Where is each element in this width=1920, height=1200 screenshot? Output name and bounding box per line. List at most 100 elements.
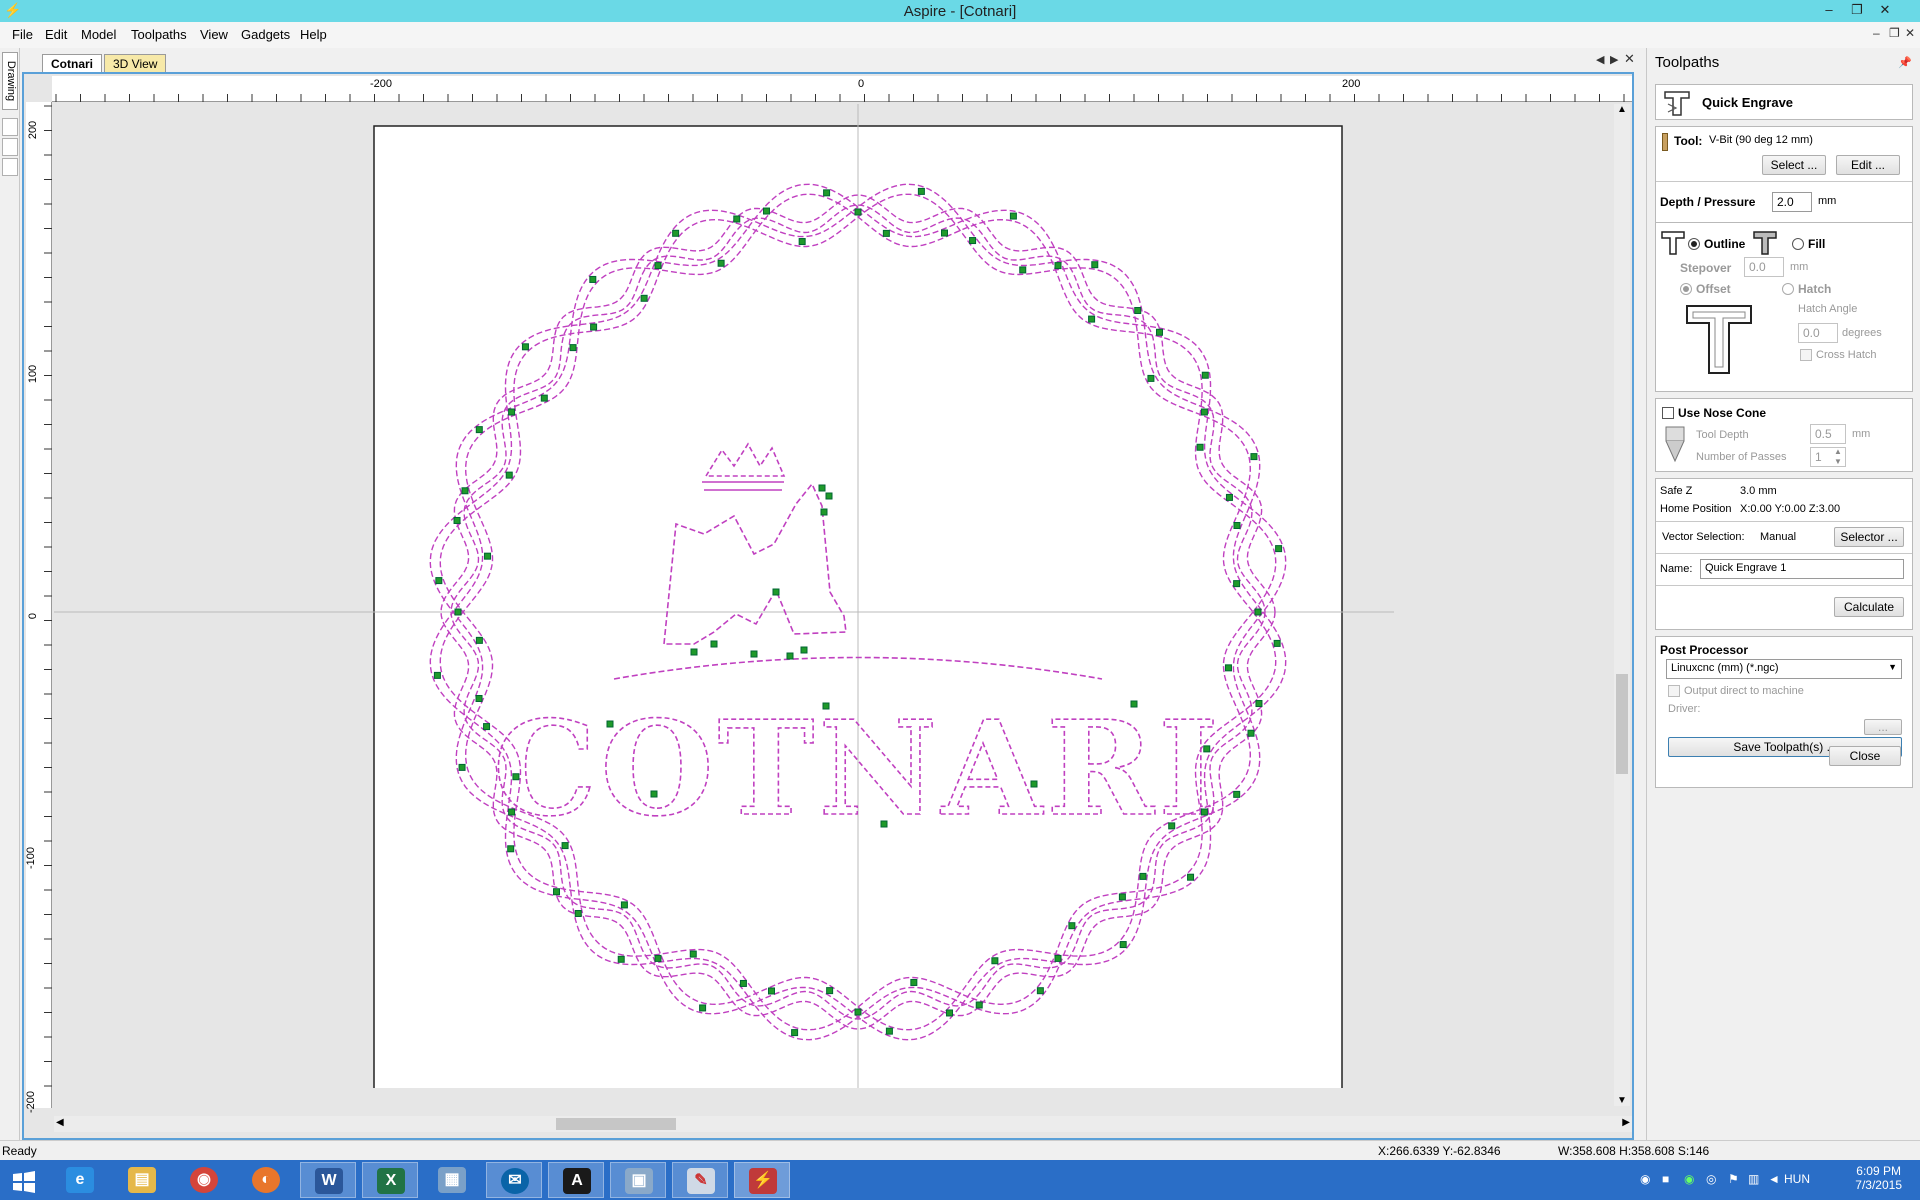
menu-edit[interactable]: Edit (45, 27, 67, 42)
node-marker (1255, 700, 1263, 708)
vertical-scrollbar[interactable]: ▲ ▼ (1614, 104, 1630, 1106)
stepover-input[interactable]: 0.0 (1744, 257, 1784, 277)
node-marker (739, 979, 747, 987)
taskbar-paint[interactable]: ✎ (672, 1162, 728, 1198)
tool-select-button[interactable]: Select ... (1762, 155, 1826, 175)
horizontal-scrollbar[interactable]: ◀ ▶ (54, 1116, 1632, 1132)
menu-toolpaths[interactable]: Toolpaths (131, 27, 187, 42)
hatch-angle-label: Hatch Angle (1798, 303, 1858, 315)
menu-gadgets[interactable]: Gadgets (241, 27, 290, 42)
tab-prev-icon[interactable]: ◀ (1596, 53, 1604, 66)
mdi-minimize-button[interactable]: – (1873, 26, 1880, 40)
taskbar-firefox[interactable]: ◐ (238, 1162, 294, 1198)
output-direct-checkbox[interactable] (1668, 685, 1680, 697)
node-marker (484, 552, 492, 560)
design-canvas[interactable]: COTNARI (54, 104, 1634, 1108)
mdi-close-button[interactable]: ✕ (1905, 26, 1915, 40)
tab-3d-view[interactable]: 3D View (104, 54, 167, 72)
node-marker (818, 484, 826, 492)
pin-icon[interactable]: 📌 (1898, 56, 1912, 69)
taskbar-aspire[interactable]: ⚡ (734, 1162, 790, 1198)
node-marker (1054, 262, 1062, 270)
close-window-button[interactable]: ✕ (1874, 1, 1896, 19)
depth-label: Depth / Pressure (1660, 195, 1756, 209)
node-marker (699, 1004, 707, 1012)
tray-app-icon-3[interactable]: ◉ (1684, 1172, 1694, 1186)
mdi-restore-button[interactable]: ❐ (1889, 26, 1900, 40)
tray-app-icon-1[interactable]: ◉ (1640, 1172, 1650, 1186)
design-drawing[interactable]: COTNARI (54, 104, 1614, 1095)
tool-depth-unit: mm (1852, 428, 1871, 440)
windows-start-button[interactable] (0, 1162, 48, 1198)
tray-app-icon-2[interactable]: ■ (1662, 1172, 1669, 1186)
status-ready: Ready (2, 1144, 37, 1158)
offset-radio[interactable] (1680, 283, 1692, 295)
volume-icon[interactable]: ◄ (1768, 1172, 1780, 1186)
vertical-scroll-thumb[interactable] (1616, 674, 1628, 774)
node-marker (854, 208, 862, 216)
node-marker (561, 842, 569, 850)
fill-radio[interactable] (1792, 238, 1804, 250)
drawing-tab[interactable]: Drawing (2, 52, 18, 110)
hatch-radio[interactable] (1782, 283, 1794, 295)
post-processor-label: Post Processor (1660, 643, 1749, 657)
cross-hatch-checkbox[interactable] (1800, 349, 1812, 361)
taskbar-excel[interactable]: X (362, 1162, 418, 1198)
settings-box: Safe Z 3.0 mm Home Position X:0.00 Y:0.0… (1655, 478, 1913, 630)
tool-edit-button[interactable]: Edit ... (1836, 155, 1900, 175)
depth-input[interactable]: 2.0 (1772, 192, 1812, 212)
taskbar-calculator[interactable]: ▦ (424, 1162, 480, 1198)
minimize-button[interactable]: – (1818, 1, 1840, 19)
scroll-up-icon[interactable]: ▲ (1617, 104, 1627, 115)
taskbar-photo-app[interactable]: ▣ (610, 1162, 666, 1198)
node-marker (1155, 328, 1163, 336)
menu-file[interactable]: File (12, 27, 33, 42)
restore-button[interactable]: ❐ (1846, 1, 1868, 19)
tray-language[interactable]: HUN (1784, 1172, 1810, 1186)
scroll-down-icon[interactable]: ▼ (1617, 1095, 1627, 1106)
tray-app-icon-4[interactable]: ◎ (1706, 1172, 1716, 1186)
network-icon[interactable]: ▥ (1748, 1172, 1759, 1186)
vruler-label-200: 200 (27, 120, 40, 140)
tab-close-icon[interactable]: ✕ (1624, 51, 1635, 67)
outline-radio[interactable] (1688, 238, 1700, 250)
strip-button-2[interactable] (2, 138, 18, 156)
cotnari-text-outline[interactable]: COTNARI (492, 691, 1223, 846)
name-input[interactable]: Quick Engrave 1 (1700, 559, 1904, 579)
node-marker (1168, 822, 1176, 830)
nose-cone-checkbox[interactable] (1662, 407, 1674, 419)
node-marker (917, 187, 925, 195)
menu-model[interactable]: Model (81, 27, 116, 42)
post-processor-select[interactable]: Linuxcnc (mm) (*.ngc) ▼ (1666, 659, 1902, 679)
node-marker (507, 845, 515, 853)
calculate-button[interactable]: Calculate (1834, 597, 1904, 617)
taskbar-clock[interactable]: 6:09 PM 7/3/2015 (1855, 1164, 1902, 1192)
menu-help[interactable]: Help (300, 27, 327, 42)
tool-depth-input[interactable]: 0.5 (1810, 424, 1846, 444)
toolpaths-panel: Toolpaths 📌 Quick Engrave Tool: V-Bit (9… (1646, 48, 1920, 1148)
node-marker (1254, 608, 1262, 616)
tab-next-icon[interactable]: ▶ (1610, 53, 1618, 66)
selector-button[interactable]: Selector ... (1834, 527, 1904, 547)
taskbar-chrome[interactable]: ◉ (176, 1162, 232, 1198)
scroll-left-icon[interactable]: ◀ (56, 1117, 64, 1128)
horizontal-scroll-thumb[interactable] (556, 1118, 676, 1130)
taskbar-internet-explorer[interactable]: e (52, 1162, 108, 1198)
tab-cotnari[interactable]: Cotnari (42, 54, 102, 72)
strip-button-3[interactable] (2, 158, 18, 176)
hatch-angle-input[interactable]: 0.0 (1798, 323, 1838, 343)
dropdown-arrow-icon[interactable]: ▼ (1888, 662, 1897, 672)
taskbar-file-explorer[interactable]: ▤ (114, 1162, 170, 1198)
strip-button-1[interactable] (2, 118, 18, 136)
taskbar-word[interactable]: W (300, 1162, 356, 1198)
taskbar-thunderbird[interactable]: ✉ (486, 1162, 542, 1198)
flag-icon[interactable]: ⚑ (1728, 1172, 1739, 1186)
driver-browse-button[interactable]: ... (1864, 719, 1902, 735)
scroll-right-icon[interactable]: ▶ (1622, 1117, 1630, 1128)
passes-spinner-icon[interactable]: ▲ ▼ (1834, 447, 1842, 467)
taskbar-vcarve[interactable]: A (548, 1162, 604, 1198)
close-panel-button[interactable]: Close (1829, 746, 1901, 766)
node-marker (590, 323, 598, 331)
node-marker (650, 790, 658, 798)
menu-view[interactable]: View (200, 27, 228, 42)
